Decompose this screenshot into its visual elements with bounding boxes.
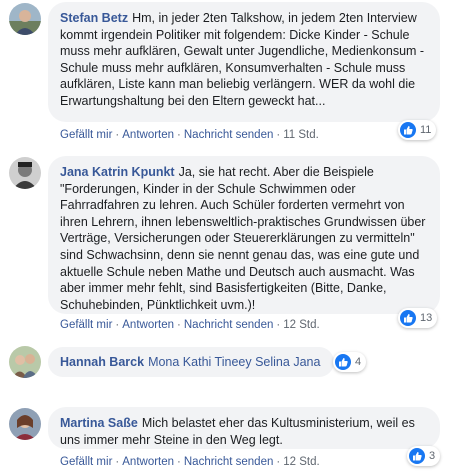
comment-bubble: Jana Katrin Kpunkt Ja, sie hat recht. Abe…: [48, 156, 440, 314]
tagged-user[interactable]: Selina Jana: [255, 355, 320, 369]
reply-link[interactable]: Antworten: [122, 456, 174, 468]
like-link[interactable]: Gefällt mir: [60, 129, 112, 141]
comment-author[interactable]: Martina Saße: [60, 416, 138, 430]
reaction-number: 13: [420, 312, 433, 324]
reaction-count[interactable]: 11: [398, 120, 437, 140]
like-icon: [400, 122, 416, 138]
reaction-number: 4: [355, 356, 362, 368]
comment-bubble: Martina Saße Mich belastet eher das Kultu…: [48, 407, 440, 449]
comment-text: Hm, in jeder 2ten Talkshow, in jedem 2te…: [60, 11, 425, 108]
comment-actions: Gefällt mir · Antworten · Nachricht senden · 1…: [60, 456, 320, 468]
comment-bubble: Hannah Barck Mona Kathi Tineey Selina Jan…: [48, 347, 334, 377]
avatar[interactable]: [9, 408, 41, 440]
reaction-number: 3: [429, 450, 436, 462]
comment-bubble: Stefan Betz Hm, in jeder 2ten Talkshow, i…: [48, 2, 440, 122]
avatar[interactable]: [9, 3, 41, 35]
like-icon: [400, 310, 416, 326]
comment-text: Ja, sie hat recht. Aber die Beispiele "F…: [60, 165, 426, 312]
timestamp[interactable]: 12 Std.: [283, 456, 319, 468]
comment-author[interactable]: Jana Katrin Kpunkt: [60, 165, 175, 179]
comment-actions: Gefällt mir · Antworten · Nachricht senden · 1…: [60, 319, 320, 331]
timestamp[interactable]: 11 Std.: [283, 129, 319, 141]
timestamp[interactable]: 12 Std.: [283, 319, 319, 331]
tagged-user[interactable]: Mona Kathi Tineey: [148, 355, 252, 369]
message-link[interactable]: Nachricht senden: [184, 319, 274, 331]
avatar[interactable]: [9, 346, 41, 378]
like-icon: [409, 448, 425, 464]
message-link[interactable]: Nachricht senden: [184, 129, 274, 141]
reaction-count[interactable]: 13: [398, 308, 438, 328]
reply-link[interactable]: Antworten: [122, 129, 174, 141]
avatar[interactable]: [9, 157, 41, 189]
like-link[interactable]: Gefällt mir: [60, 319, 112, 331]
reaction-count[interactable]: 3: [407, 446, 441, 466]
reaction-number: 11: [420, 124, 432, 136]
like-icon: [335, 354, 351, 370]
comment-author[interactable]: Hannah Barck: [60, 355, 144, 369]
comment-author[interactable]: Stefan Betz: [60, 11, 128, 25]
reply-link[interactable]: Antworten: [122, 319, 174, 331]
like-link[interactable]: Gefällt mir: [60, 456, 112, 468]
comment-actions: Gefällt mir · Antworten · Nachricht senden · 1…: [60, 129, 319, 141]
reaction-count[interactable]: 4: [333, 352, 367, 372]
message-link[interactable]: Nachricht senden: [184, 456, 274, 468]
